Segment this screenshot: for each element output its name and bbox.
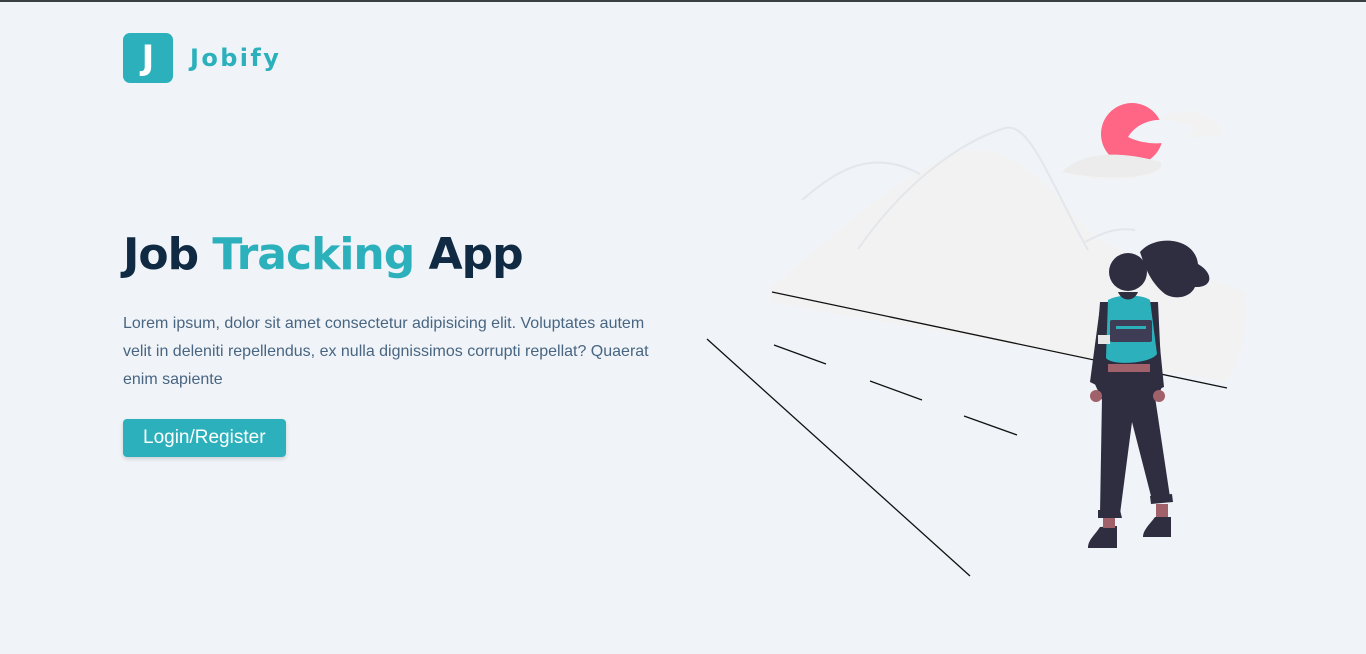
hero-illustration	[690, 92, 1260, 597]
hero-section: Job Tracking App Lorem ipsum, dolor sit …	[123, 224, 663, 457]
hero-title-part2: App	[414, 229, 524, 280]
hero-title-part1: Job	[123, 229, 213, 280]
logo-badge[interactable]: J	[123, 33, 173, 83]
navbar: J Jobify	[123, 33, 281, 83]
hero-title: Job Tracking App	[123, 224, 663, 286]
hero-title-accent: Tracking	[212, 229, 415, 280]
logo-letter: J	[141, 38, 155, 78]
hero-description: Lorem ipsum, dolor sit amet consectetur …	[123, 315, 649, 388]
journey-illustration	[706, 103, 1247, 577]
logo-text[interactable]: Jobify	[190, 44, 281, 72]
login-register-button[interactable]: Login/Register	[123, 419, 286, 457]
